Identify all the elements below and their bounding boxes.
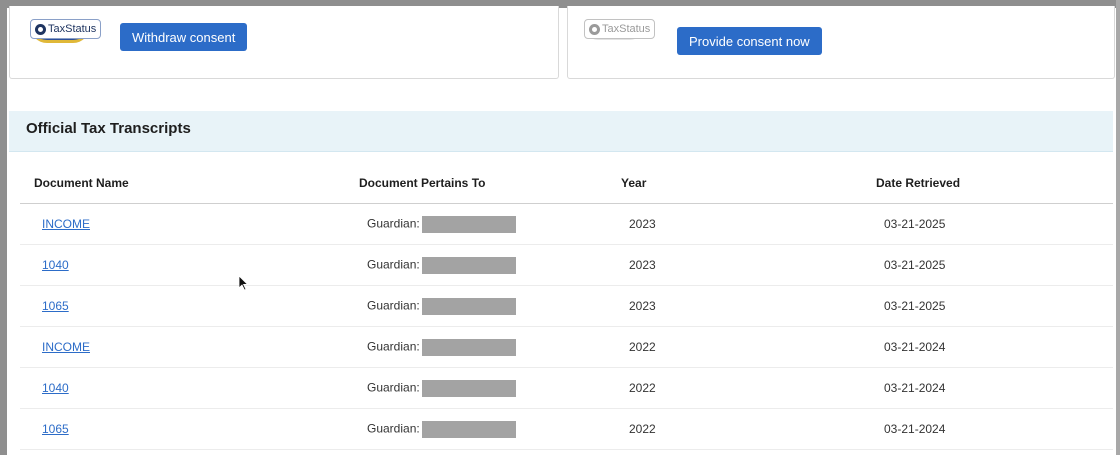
table-row: 1065 Guardian: 2023 03-21-2025	[20, 285, 1113, 327]
date-retrieved-cell: 03-21-2024	[862, 408, 1113, 450]
date-retrieved-cell: 03-21-2025	[862, 244, 1113, 286]
table-row: 1065 Guardian: 2022 03-21-2024	[20, 408, 1113, 450]
tax-transcripts-table: Document Name Document Pertains To Year …	[20, 163, 1113, 450]
redacted-name	[421, 256, 516, 274]
taxstatus-logo-icon: TaxStatus	[584, 19, 656, 39]
pertains-to-label: Guardian:	[367, 421, 420, 436]
year-cell: 2022	[607, 408, 862, 450]
pertains-to-label: Guardian:	[367, 380, 420, 395]
date-retrieved-cell: 03-21-2025	[862, 203, 1113, 245]
date-retrieved-cell: 03-21-2024	[862, 326, 1113, 368]
table-row: 1040 Guardian: 2023 03-21-2025	[20, 244, 1113, 286]
taxstatus-logo-icon: TaxStatus	[30, 19, 102, 39]
taxstatus-glyph-icon	[35, 23, 46, 35]
column-header-pertains-to: Document Pertains To	[345, 163, 607, 204]
document-link[interactable]: 1040	[42, 258, 69, 272]
pertains-to-label: Guardian:	[367, 298, 420, 313]
year-cell: 2023	[607, 244, 862, 286]
document-link[interactable]: 1040	[42, 381, 69, 395]
pertains-to-label: Guardian:	[367, 216, 420, 231]
column-header-date-retrieved: Date Retrieved	[862, 163, 1113, 204]
column-header-document-name: Document Name	[20, 163, 345, 204]
section-header: Official Tax Transcripts	[9, 111, 1113, 152]
year-cell: 2023	[607, 285, 862, 327]
logo-text: TaxStatus	[48, 23, 97, 35]
window-frame-left	[0, 0, 7, 455]
redacted-name	[421, 379, 516, 397]
consent-card-active: TaxStatus Withdraw consent	[9, 6, 559, 79]
document-link[interactable]: INCOME	[42, 217, 90, 231]
provide-consent-button[interactable]: Provide consent now	[677, 27, 822, 55]
table-row: INCOME Guardian: 2023 03-21-2025	[20, 203, 1113, 245]
withdraw-consent-button[interactable]: Withdraw consent	[120, 23, 248, 51]
pertains-to-label: Guardian:	[367, 257, 420, 272]
date-retrieved-cell: 03-21-2024	[862, 367, 1113, 409]
year-cell: 2023	[607, 203, 862, 245]
mouse-pointer-icon	[239, 276, 249, 291]
taxstatus-glyph-icon	[589, 23, 600, 35]
year-cell: 2022	[607, 367, 862, 409]
table-row: 1040 Guardian: 2022 03-21-2024	[20, 367, 1113, 409]
document-link[interactable]: 1065	[42, 299, 69, 313]
pertains-to-label: Guardian:	[367, 339, 420, 354]
window-frame-right	[1116, 0, 1120, 455]
date-retrieved-cell: 03-21-2025	[862, 285, 1113, 327]
logo-text: TaxStatus	[602, 23, 651, 35]
document-link[interactable]: INCOME	[42, 340, 90, 354]
table-row: INCOME Guardian: 2022 03-21-2024	[20, 326, 1113, 368]
redacted-name	[421, 338, 516, 356]
section-title: Official Tax Transcripts	[26, 120, 191, 137]
year-cell: 2022	[607, 326, 862, 368]
document-link[interactable]: 1065	[42, 422, 69, 436]
consent-card-inactive: TaxStatus Provide consent now	[567, 6, 1115, 79]
table-header-row: Document Name Document Pertains To Year …	[20, 163, 1113, 204]
redacted-name	[421, 297, 516, 315]
redacted-name	[421, 215, 516, 233]
redacted-name	[421, 420, 516, 438]
column-header-year: Year	[607, 163, 862, 204]
